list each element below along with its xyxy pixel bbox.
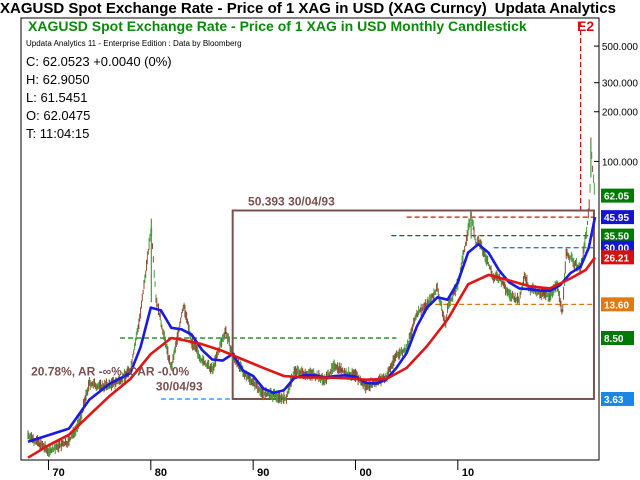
x-tick-label: 90 bbox=[257, 467, 269, 479]
price-tag-label: 45.95 bbox=[604, 213, 629, 224]
x-tick-label: 10 bbox=[462, 467, 474, 479]
corner-label: E2 bbox=[577, 18, 594, 34]
y-tick-label: 200.000 bbox=[602, 108, 639, 119]
chart: XAGUSD Spot Exchange Rate - Price of 1 X… bbox=[20, 17, 638, 479]
price-tag-label: 26.21 bbox=[604, 253, 629, 264]
x-axis: 70 80 90 00 10 bbox=[21, 459, 599, 479]
ohlc-high: H: 62.9050 bbox=[26, 72, 90, 87]
chart-subtitle: Updata Analytics 11 - Enterprise Edition… bbox=[26, 39, 242, 48]
ohlc-open: O: 62.0475 bbox=[26, 108, 90, 123]
price-tag-label: 13.60 bbox=[604, 300, 629, 311]
y-tick-label: 300.000 bbox=[602, 79, 639, 90]
ohlc-low: L: 61.5451 bbox=[26, 90, 87, 105]
price-tags: 62.0545.9535.5030.0026.2113.608.503.63 bbox=[601, 188, 634, 406]
x-tick-label: 70 bbox=[52, 467, 64, 479]
x-tick-label: 00 bbox=[359, 467, 371, 479]
price-tag-label: 62.05 bbox=[604, 192, 629, 203]
y-tick-label: 500.000 bbox=[602, 42, 639, 53]
y-tick-label: 100.000 bbox=[602, 157, 639, 168]
price-tag-label: 3.63 bbox=[604, 395, 624, 406]
chart-title: XAGUSD Spot Exchange Rate - Price of 1 X… bbox=[28, 18, 527, 34]
price-tag-label: 8.50 bbox=[604, 334, 624, 345]
chart-annotation: 50.393 30/04/93 bbox=[248, 195, 335, 209]
chart-annotation: 30/04/93 bbox=[156, 380, 203, 394]
y-axis: 500.000 300.000 200.000 100.000 bbox=[594, 42, 638, 168]
chart-annotation: 20.78%, AR -∞%, CAR -0.0% bbox=[31, 364, 189, 378]
x-tick-label: 80 bbox=[155, 467, 167, 479]
plot-frame bbox=[20, 17, 600, 461]
ohlc-time: T: 11:04:15 bbox=[26, 126, 89, 141]
ohlc-close: C: 62.0523 +0.0040 (0%) bbox=[26, 54, 172, 69]
